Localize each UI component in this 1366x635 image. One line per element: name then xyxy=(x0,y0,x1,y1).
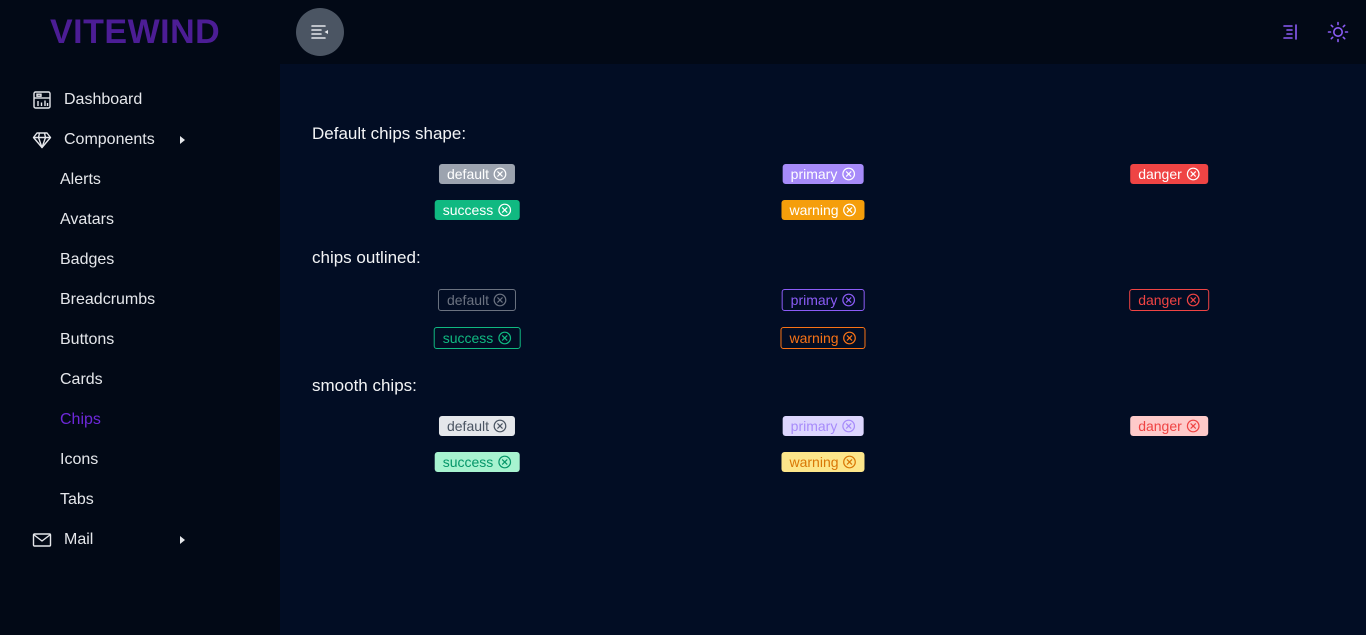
chip-label: warning xyxy=(789,202,839,218)
chip-label: primary xyxy=(790,418,838,434)
chip-primary-solid[interactable]: primary xyxy=(782,164,864,184)
section-title-outlined: chips outlined: xyxy=(312,248,421,267)
chip-primary-outlined[interactable]: primary xyxy=(781,289,865,311)
section-title-default: Default chips shape: xyxy=(312,124,467,143)
sidebar-item-label: Mail xyxy=(64,531,94,548)
close-circle-icon[interactable] xyxy=(493,419,507,433)
close-circle-icon[interactable] xyxy=(1186,419,1200,433)
close-circle-icon[interactable] xyxy=(843,331,857,345)
chip-label: default xyxy=(446,418,490,434)
sidebar-item-label: Components xyxy=(64,131,155,148)
chip-label: danger xyxy=(1138,292,1182,308)
sidebar-toggle-button[interactable] xyxy=(296,8,344,56)
chip-label: danger xyxy=(1138,418,1182,434)
close-circle-icon[interactable] xyxy=(497,455,511,469)
sun-icon xyxy=(1327,21,1349,43)
chip-success-outlined[interactable]: success xyxy=(433,327,521,349)
chip-label: success xyxy=(442,330,494,346)
chip-success-solid[interactable]: success xyxy=(434,200,520,220)
close-circle-icon[interactable] xyxy=(493,293,507,307)
sidebar-item-dashboard[interactable]: Dashboard xyxy=(32,88,142,112)
close-circle-icon[interactable] xyxy=(493,167,507,181)
dashboard-icon xyxy=(32,90,52,110)
close-circle-icon[interactable] xyxy=(1186,167,1200,181)
chip-warning-smooth[interactable]: warning xyxy=(781,452,865,472)
chip-label: danger xyxy=(1138,166,1182,182)
sidebar-item-chips[interactable]: Chips xyxy=(60,408,101,432)
top-bar: VITEWIND xyxy=(0,0,1366,64)
sidebar-item-tabs[interactable]: Tabs xyxy=(60,488,94,512)
close-circle-icon[interactable] xyxy=(843,203,857,217)
sidebar-item-cards[interactable]: Cards xyxy=(60,368,103,392)
menu-collapse-icon xyxy=(310,24,330,40)
sidebar-item-breadcrumbs[interactable]: Breadcrumbs xyxy=(60,288,155,312)
caret-right-icon[interactable] xyxy=(180,536,185,544)
close-circle-icon[interactable] xyxy=(843,455,857,469)
chip-label: default xyxy=(446,292,490,308)
close-circle-icon[interactable] xyxy=(841,419,855,433)
diamond-icon xyxy=(32,130,52,150)
chip-success-smooth[interactable]: success xyxy=(434,452,520,472)
sidebar: Dashboard Components Alerts Avatars Badg… xyxy=(0,64,280,635)
sidebar-item-mail[interactable]: Mail xyxy=(32,528,93,552)
mail-icon xyxy=(32,530,52,550)
sidebar-item-label: Dashboard xyxy=(64,91,143,108)
sidebar-item-components[interactable]: Components xyxy=(32,128,155,152)
chip-default-smooth[interactable]: default xyxy=(438,416,516,436)
close-circle-icon[interactable] xyxy=(841,167,855,181)
chip-danger-outlined[interactable]: danger xyxy=(1129,289,1209,311)
app-root: VITEWIND Dashboard Components Alerts Ava… xyxy=(0,0,1366,635)
chip-label: success xyxy=(442,454,494,470)
align-right-button[interactable] xyxy=(1278,20,1302,44)
app-logo[interactable]: VITEWIND xyxy=(50,14,220,50)
chip-label: primary xyxy=(790,292,838,308)
chip-default-outlined[interactable]: default xyxy=(437,289,517,311)
sidebar-item-badges[interactable]: Badges xyxy=(60,248,114,272)
chip-danger-smooth[interactable]: danger xyxy=(1130,416,1208,436)
chip-label: default xyxy=(446,166,490,182)
close-circle-icon[interactable] xyxy=(1186,293,1200,307)
chip-label: primary xyxy=(790,166,838,182)
sidebar-item-alerts[interactable]: Alerts xyxy=(60,168,101,192)
align-right-icon xyxy=(1281,23,1299,41)
main-content: Default chips shape: chips outlined: smo… xyxy=(280,64,1366,635)
chip-primary-smooth[interactable]: primary xyxy=(782,416,864,436)
chip-label: success xyxy=(442,202,494,218)
chip-warning-outlined[interactable]: warning xyxy=(780,327,866,349)
sidebar-item-avatars[interactable]: Avatars xyxy=(60,208,114,232)
chip-default-solid[interactable]: default xyxy=(438,164,516,184)
sidebar-item-buttons[interactable]: Buttons xyxy=(60,328,114,352)
theme-toggle-button[interactable] xyxy=(1326,20,1350,44)
close-circle-icon[interactable] xyxy=(497,331,511,345)
chip-label: warning xyxy=(789,330,839,346)
close-circle-icon[interactable] xyxy=(841,293,855,307)
caret-right-icon[interactable] xyxy=(180,136,185,144)
close-circle-icon[interactable] xyxy=(497,203,511,217)
chip-danger-solid[interactable]: danger xyxy=(1130,164,1208,184)
section-title-smooth: smooth chips: xyxy=(312,376,417,395)
sidebar-item-icons[interactable]: Icons xyxy=(60,448,98,472)
chip-label: warning xyxy=(789,454,839,470)
chip-warning-solid[interactable]: warning xyxy=(781,200,865,220)
